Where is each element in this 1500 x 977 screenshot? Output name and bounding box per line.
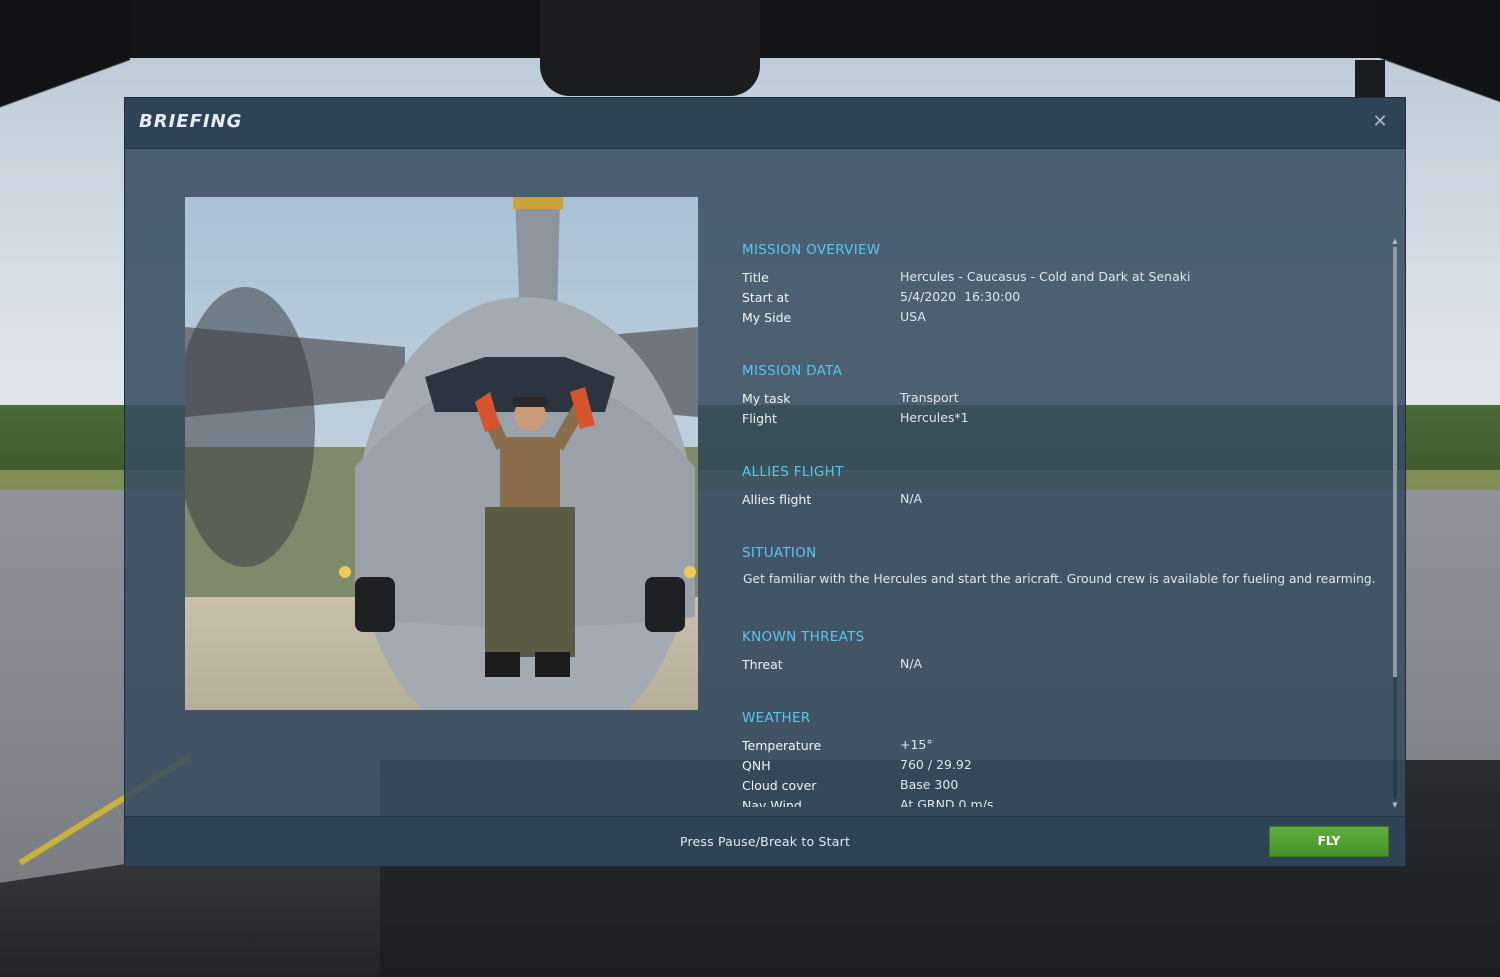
triangle-up-icon[interactable]: ▲ [1391,237,1399,245]
dialog-footer: Press Pause/Break to Start FLY [125,816,1405,866]
data-flight-label: Flight [742,411,777,426]
close-icon: ✕ [1372,111,1388,132]
allies-flight-label: Allies flight [742,492,812,507]
overview-title-label: Title [742,270,769,285]
weather-temperature-label: Temperature [742,738,822,753]
allies-flight-heading: ALLIES FLIGHT [742,464,844,480]
weather-temperature-value: +15° [900,737,933,752]
overview-title-value: Hercules - Caucasus - Cold and Dark at S… [900,269,1191,284]
mission-overview-heading: MISSION OVERVIEW [742,242,881,258]
mission-image [185,197,698,710]
dialog-header: BRIEFING ✕ [125,98,1405,149]
threat-value: N/A [900,656,923,671]
weather-wind-label: Nav Wind [742,798,802,807]
overhead-panel [540,0,760,96]
weather-wind-value: At GRND 0 m/s [900,797,994,807]
weather-qnh-value: 760 / 29.92 [900,757,972,772]
weather-cloud-label: Cloud cover [742,778,817,793]
close-button[interactable]: ✕ [1369,111,1391,133]
weather-heading: WEATHER [742,710,811,726]
info-scrollbar[interactable]: ▲ ▼ [1391,237,1399,809]
overview-side-value: USA [900,309,926,324]
triangle-down-icon[interactable]: ▼ [1391,801,1399,809]
start-hint: Press Pause/Break to Start [679,834,851,849]
allies-flight-value: N/A [900,491,923,506]
known-threats-heading: KNOWN THREATS [742,629,865,645]
fly-button[interactable]: FLY [1269,826,1389,857]
scroll-thumb[interactable] [1393,247,1397,677]
data-flight-value: Hercules*1 [900,410,969,425]
data-task-value: Transport [900,390,959,405]
dialog-title: BRIEFING [139,111,243,132]
canopy-frame-left [0,0,130,130]
weather-qnh-label: QNH [742,758,771,773]
data-task-label: My task [742,391,791,406]
situation-heading: SITUATION [742,545,817,561]
briefing-dialog: BRIEFING ✕ MISSION OVERVIEW Title Hercul… [124,97,1406,867]
mission-data-heading: MISSION DATA [742,363,843,379]
window-pillar [1355,60,1385,100]
weather-cloud-value: Base 300 [900,777,959,792]
dialog-body: MISSION OVERVIEW Title Hercules - Caucas… [125,149,1405,817]
overview-side-label: My Side [742,310,792,325]
aircraft-photo [185,197,698,710]
overview-start-label: Start at [742,290,790,305]
threat-label: Threat [742,657,783,672]
overview-start-value: 5/4/2020 16:30:00 [900,289,1021,304]
mission-info-panel: MISSION OVERVIEW Title Hercules - Caucas… [742,239,1392,807]
situation-text: Get familiar with the Hercules and start… [743,572,1376,586]
